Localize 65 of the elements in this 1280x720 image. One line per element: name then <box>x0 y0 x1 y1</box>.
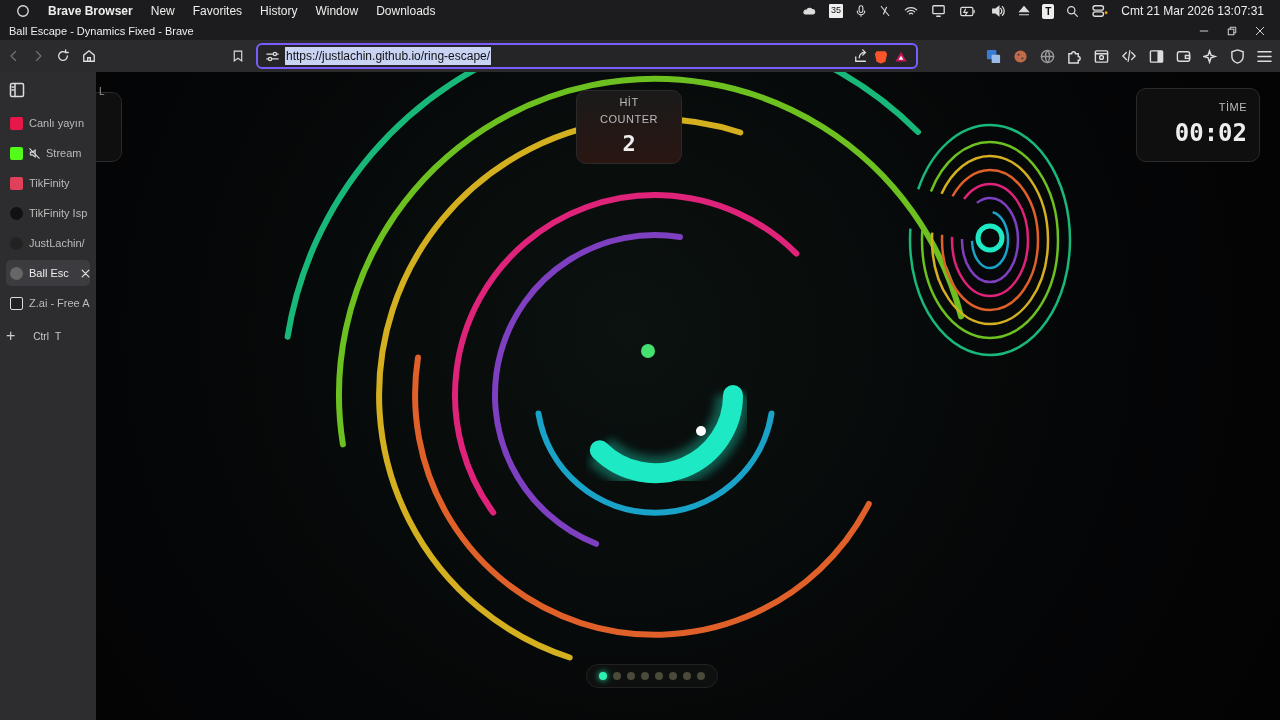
restore-icon[interactable] <box>1227 26 1237 36</box>
close-icon[interactable] <box>80 268 90 278</box>
card-label: TİME <box>1217 99 1247 115</box>
card-value: 00:02 <box>1173 118 1247 150</box>
sidebar-tab[interactable]: Stream <box>6 140 90 166</box>
translate-icon[interactable] <box>986 48 1001 64</box>
favicon-icon <box>10 296 23 310</box>
sidebar-tab[interactable]: TikFinity <box>6 170 90 196</box>
close-icon[interactable] <box>1255 26 1265 36</box>
favicon-icon <box>10 206 23 220</box>
favicon-icon <box>10 176 23 190</box>
cloud-icon[interactable] <box>801 5 818 17</box>
window-title: Ball Escape - Dynamics Fixed - Brave <box>9 23 194 39</box>
sliders-icon[interactable] <box>266 49 279 63</box>
sidebar-tab[interactable]: Z.ai - Free A <box>6 290 90 316</box>
menu-item[interactable]: Downloads <box>376 2 436 20</box>
sidebar-panel-icon[interactable] <box>1149 48 1164 64</box>
eject-icon[interactable] <box>1018 5 1031 17</box>
sidebar-tab[interactable]: TikFinity Isp <box>6 200 90 226</box>
menu-item[interactable]: Window <box>315 2 359 20</box>
sidebar-tab[interactable]: JustLachin/ <box>6 230 90 256</box>
speaker-icon[interactable] <box>990 4 1007 18</box>
calendar-icon[interactable]: 35 <box>829 4 844 18</box>
share-icon[interactable] <box>854 49 868 63</box>
card-value: 2 <box>621 130 637 158</box>
lion-shield-icon[interactable] <box>874 48 888 64</box>
letter-icon[interactable]: T <box>1042 3 1055 19</box>
wifi-icon[interactable] <box>903 4 920 18</box>
search-icon[interactable] <box>1066 4 1080 18</box>
favicon-icon <box>10 116 23 130</box>
home-icon[interactable] <box>82 49 96 63</box>
favicon-icon <box>10 146 23 160</box>
crossed-icon[interactable] <box>879 4 892 18</box>
globe-icon[interactable] <box>1040 48 1055 64</box>
sparkle-icon[interactable] <box>1203 48 1218 64</box>
sidebar-toggle-icon[interactable] <box>9 82 25 98</box>
sidebar-tab[interactable]: Ball Esc <box>6 260 90 286</box>
panel-text: L <box>99 85 105 99</box>
cookie-icon[interactable] <box>1013 48 1028 64</box>
shield-icon[interactable] <box>1230 48 1245 64</box>
new-tab-button[interactable]: + <box>6 324 16 348</box>
menu-item[interactable]: Favorites <box>192 2 243 20</box>
microphone-icon[interactable] <box>855 4 868 18</box>
menu-item[interactable]: History <box>260 2 298 20</box>
window-search-icon[interactable] <box>1094 48 1109 64</box>
url-text: https://justlachin.github.io/ring-escape/ <box>285 47 492 65</box>
card-label: HİT COUNTER <box>599 95 659 127</box>
clock: Cmt 21 Mar 2026 13:07:31 <box>1121 3 1264 20</box>
bookmark-icon[interactable] <box>232 49 244 63</box>
shortcut-key: Ctrl <box>33 328 49 344</box>
app-name[interactable]: Brave Browser <box>48 2 133 20</box>
wallet-icon[interactable] <box>1176 48 1191 64</box>
menu-item[interactable]: New <box>150 2 175 20</box>
monitor-icon[interactable] <box>931 4 947 18</box>
shortcut-key: T <box>54 328 61 344</box>
triangle-icon[interactable] <box>894 49 908 63</box>
favicon-icon <box>10 266 23 280</box>
menu-icon[interactable] <box>1257 48 1272 64</box>
ring-icon[interactable] <box>16 4 30 18</box>
muted-speaker-icon[interactable] <box>29 147 40 159</box>
sidebar-tab[interactable]: Canlı yayın <box>6 110 90 136</box>
reload-icon[interactable] <box>56 49 70 63</box>
puzzle-icon[interactable] <box>1067 48 1082 64</box>
toggle-icon[interactable] <box>1091 4 1110 18</box>
code-icon[interactable] <box>1121 49 1137 63</box>
